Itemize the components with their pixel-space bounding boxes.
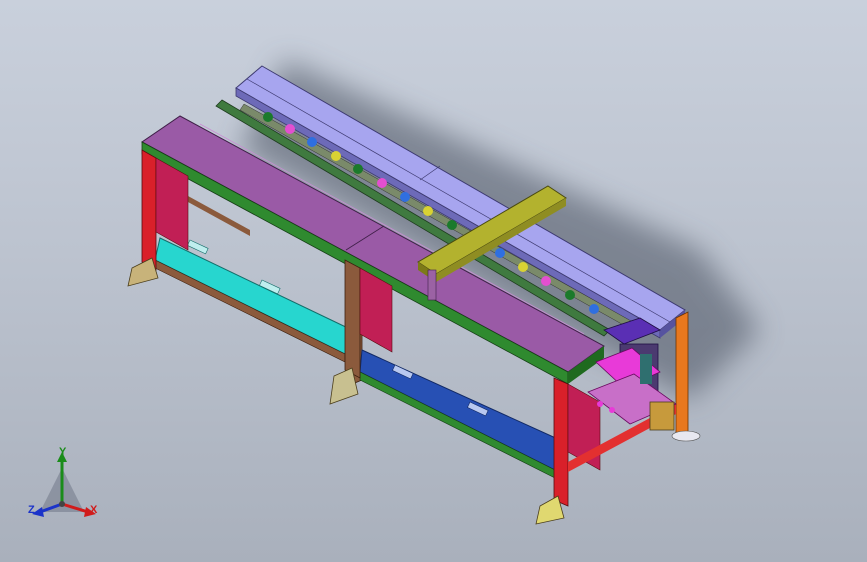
view-orientation-triad[interactable]: Y X Z [22, 446, 108, 526]
y-axis-label: Y [59, 446, 67, 458]
cad-assembly-model[interactable] [0, 0, 867, 562]
lower-shelf-right [359, 349, 561, 479]
back-right-foot [671, 430, 701, 442]
graphics-viewport[interactable]: Y X Z [0, 0, 867, 562]
z-axis-label: Z [28, 504, 35, 516]
x-axis-label: X [90, 504, 98, 516]
lower-shelf-left [154, 237, 353, 363]
